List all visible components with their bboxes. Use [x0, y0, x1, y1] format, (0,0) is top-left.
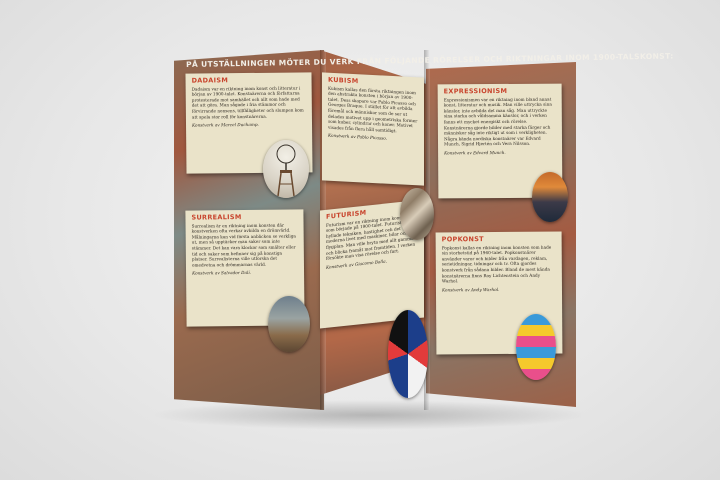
- artwork-cubist-image: [400, 188, 434, 240]
- artwork-bicycle-wheel-image: [263, 140, 309, 198]
- bicycle-wheel-icon: [276, 144, 296, 197]
- artwork-surreal-image: [268, 296, 310, 352]
- card-credit: Konstverk av Salvador Dalí.: [192, 270, 252, 276]
- artwork-scream-image: [532, 172, 568, 222]
- card-credit: Konstverk av Edvard Munch.: [444, 149, 506, 156]
- artwork-marilyn-image: [516, 314, 556, 380]
- card-kubism: KUBISM Kubism kallas den första riktning…: [322, 72, 424, 186]
- card-credit: Konstverk av Marcel Duchamp.: [191, 122, 259, 128]
- artwork-futurist-image: [388, 310, 428, 398]
- card-title: POPKONST: [441, 235, 484, 244]
- card-credit: Konstverk av Andy Warhol.: [441, 286, 500, 293]
- card-title: DADAISM: [191, 76, 229, 85]
- brochure-shadow: [150, 400, 590, 430]
- card-title: EXPRESSIONISM: [443, 86, 508, 96]
- card-body: Popkonst kallas en riktning inom konsten…: [441, 244, 552, 284]
- card-body: Kubism kallas den första riktningen inom…: [328, 85, 418, 133]
- card-body: Dadaism var en riktning inom konst och l…: [191, 85, 304, 120]
- card-body: Expressionismen var en riktning inom bla…: [443, 96, 552, 147]
- card-body: Surrealism är en riktning inom konsten d…: [191, 222, 296, 268]
- card-title: SURREALISM: [191, 213, 242, 222]
- card-credit: Konstverk av Pablo Picasso.: [328, 132, 388, 142]
